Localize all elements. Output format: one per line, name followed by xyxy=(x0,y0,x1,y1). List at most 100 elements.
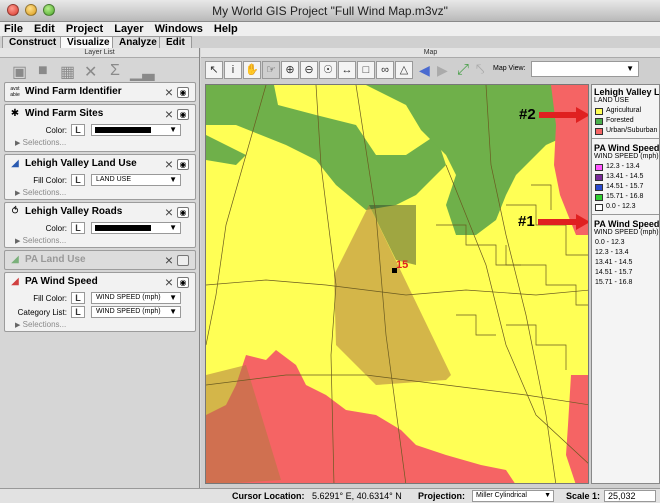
layer-name: Lehigh Valley Land Use xyxy=(25,158,137,169)
legend-item: Agricultural xyxy=(592,106,659,116)
selections-disclosure[interactable]: ▶ Selections... xyxy=(5,319,195,331)
chart-icon[interactable]: ▁▃ xyxy=(130,62,155,82)
legend-item: 14.51 - 15.7 xyxy=(592,182,659,192)
category-list-dropdown[interactable]: WIND SPEED (mph) ▼ xyxy=(91,306,181,318)
eye-icon[interactable]: ◉ xyxy=(177,109,189,120)
legend-divider xyxy=(592,138,659,139)
menu-bar: File Edit Project Layer Windows Help xyxy=(0,22,660,36)
back-arrow-icon[interactable]: ◀ xyxy=(419,62,430,79)
scale-input[interactable]: 25,032 xyxy=(604,490,656,502)
title-bar: My World GIS Project "Full Wind Map.m3vz… xyxy=(0,0,660,22)
selections-disclosure[interactable]: ▶ Selections... xyxy=(5,137,195,149)
chevron-down-icon: ▼ xyxy=(169,175,177,184)
L-button[interactable]: L xyxy=(71,222,85,234)
polygon-draw-icon[interactable]: △ xyxy=(395,61,413,79)
close-icon[interactable]: × xyxy=(165,204,173,220)
layer-card-pa-land-use[interactable]: ◢ PA Land Use × xyxy=(4,250,196,270)
fill-color-value: WIND SPEED (mph) xyxy=(96,294,161,301)
legend-item: 0.0 - 12.3 xyxy=(592,202,659,212)
remove-layer-icon[interactable]: ✕ xyxy=(84,62,97,82)
tab-edit[interactable]: Edit xyxy=(159,36,192,48)
layer-card-lehigh-valley-land-use[interactable]: ◢ Lehigh Valley Land Use × ◉ Fill Color:… xyxy=(4,154,196,200)
L-button[interactable]: L xyxy=(71,292,85,304)
pan-hand-icon[interactable]: ✋ xyxy=(243,61,261,79)
zoom-out-icon[interactable]: ⊖ xyxy=(300,61,318,79)
legend-swatch xyxy=(595,108,603,115)
zoom-extent-icon[interactable]: ⤢ xyxy=(457,61,469,78)
fill-color-dropdown[interactable]: LAND USE ▼ xyxy=(91,174,181,186)
L-button[interactable]: L xyxy=(71,174,85,186)
annotation-1: #1 xyxy=(518,213,535,230)
zoom-full-icon[interactable]: ☉ xyxy=(319,61,337,79)
eye-icon[interactable]: ◉ xyxy=(177,277,189,288)
selections-label: Selections... xyxy=(22,320,67,329)
eye-icon[interactable]: ◉ xyxy=(177,207,189,218)
layer-name: Wind Farm Sites xyxy=(25,108,104,119)
tab-visualize[interactable]: Visualize xyxy=(60,36,117,48)
eye-icon[interactable] xyxy=(177,255,189,266)
layer-name: Lehigh Valley Roads xyxy=(25,206,123,217)
cursor-location-label: Cursor Location: xyxy=(232,491,305,501)
menu-help[interactable]: Help xyxy=(210,22,242,36)
menu-layer[interactable]: Layer xyxy=(110,22,147,36)
fill-color-dropdown[interactable]: WIND SPEED (mph) ▼ xyxy=(91,292,181,304)
map-view-select[interactable]: ▼ xyxy=(531,61,639,77)
legend-item: 13.41 - 14.5 xyxy=(592,172,659,182)
sum-icon[interactable]: Σ xyxy=(110,62,120,80)
menu-edit[interactable]: Edit xyxy=(30,22,59,36)
arrow-select-icon[interactable]: ↖ xyxy=(205,61,223,79)
info-select-icon[interactable]: i xyxy=(224,61,242,79)
tab-analyze[interactable]: Analyze xyxy=(112,36,164,48)
projection-label: Projection: xyxy=(418,491,466,501)
layer-card-pa-wind-speed[interactable]: ◢ PA Wind Speed × ◉ Fill Color: L WIND S… xyxy=(4,272,196,332)
layer-card-wind-farm-identifier[interactable]: avst abie Wind Farm Identifier × ◉ xyxy=(4,82,196,102)
close-icon[interactable]: × xyxy=(165,84,173,100)
zoom-extent-disabled-icon[interactable]: ⤣ xyxy=(476,61,484,78)
selections-disclosure[interactable]: ▶ Selections... xyxy=(5,187,195,199)
point-layer-icon: ✱ xyxy=(10,108,20,119)
tab-construct[interactable]: Construct xyxy=(2,36,64,48)
eye-icon[interactable]: ◉ xyxy=(177,87,189,98)
label-layer-icon: avst abie xyxy=(10,86,20,98)
color-dropdown[interactable]: ▼ xyxy=(91,222,181,234)
projection-select[interactable]: Miller Cylindrical ▼ xyxy=(472,490,554,502)
selections-disclosure[interactable]: ▶ Selections... xyxy=(5,235,195,247)
zoom-in-icon[interactable]: ⊕ xyxy=(281,61,299,79)
legend-plain-item: 14.51 - 15.7 xyxy=(595,269,633,276)
menu-project[interactable]: Project xyxy=(62,22,107,36)
eye-icon[interactable]: ◉ xyxy=(177,159,189,170)
legend-swatch xyxy=(595,128,603,135)
disclosure-triangle-icon: ▶ xyxy=(15,190,21,197)
open-layer-icon[interactable]: ▣ xyxy=(12,62,27,82)
layer-properties-icon[interactable]: ■ xyxy=(38,62,48,80)
close-icon[interactable]: × xyxy=(165,252,173,268)
map-canvas[interactable]: 15 #2 #1 xyxy=(205,84,589,484)
L-button[interactable]: L xyxy=(71,124,85,136)
legend-item: Forested xyxy=(592,116,659,126)
table-icon[interactable]: ▦ xyxy=(60,62,75,82)
close-icon[interactable]: × xyxy=(165,156,173,172)
map-toolbar: ↖ i ✋ ☞ ⊕ ⊖ ☉ ↔ □ ∞ △ ◀ ▶ ⤢ ⤣ Map View: … xyxy=(201,58,660,82)
close-icon[interactable]: × xyxy=(165,106,173,122)
color-dropdown[interactable]: ▼ xyxy=(91,124,181,136)
chevron-down-icon: ▼ xyxy=(169,293,177,302)
lasso-select-icon[interactable]: ∞ xyxy=(376,61,394,79)
forward-arrow-icon[interactable]: ▶ xyxy=(437,62,448,79)
menu-windows[interactable]: Windows xyxy=(151,22,207,36)
legend-plain-item: 0.0 - 12.3 xyxy=(595,239,625,246)
legend-label: 0.0 - 12.3 xyxy=(606,203,636,210)
map-panel-title: Map xyxy=(201,48,660,58)
map-svg[interactable]: 15 #2 #1 xyxy=(206,85,589,484)
legend-wind-speed-subtitle: WIND SPEED (mph) xyxy=(594,153,659,160)
grab-hand-icon[interactable]: ☞ xyxy=(262,61,280,79)
close-icon[interactable]: × xyxy=(165,274,173,290)
layer-card-lehigh-valley-roads[interactable]: ⥀ Lehigh Valley Roads × ◉ Color: L ▼ ▶ S… xyxy=(4,202,196,248)
legend-wind-speed-2-subtitle: WIND SPEED (mph) xyxy=(594,229,659,236)
measure-icon[interactable]: ↔ xyxy=(338,61,356,79)
layer-card-wind-farm-sites[interactable]: ✱ Wind Farm Sites × ◉ Color: L ▼ ▶ Selec… xyxy=(4,104,196,152)
legend-land-use-title: Lehigh Valley Land Use xyxy=(594,87,660,97)
category-list-value: WIND SPEED (mph) xyxy=(96,308,161,315)
L-button[interactable]: L xyxy=(71,306,85,318)
menu-file[interactable]: File xyxy=(0,22,27,36)
rectangle-select-icon[interactable]: □ xyxy=(357,61,375,79)
